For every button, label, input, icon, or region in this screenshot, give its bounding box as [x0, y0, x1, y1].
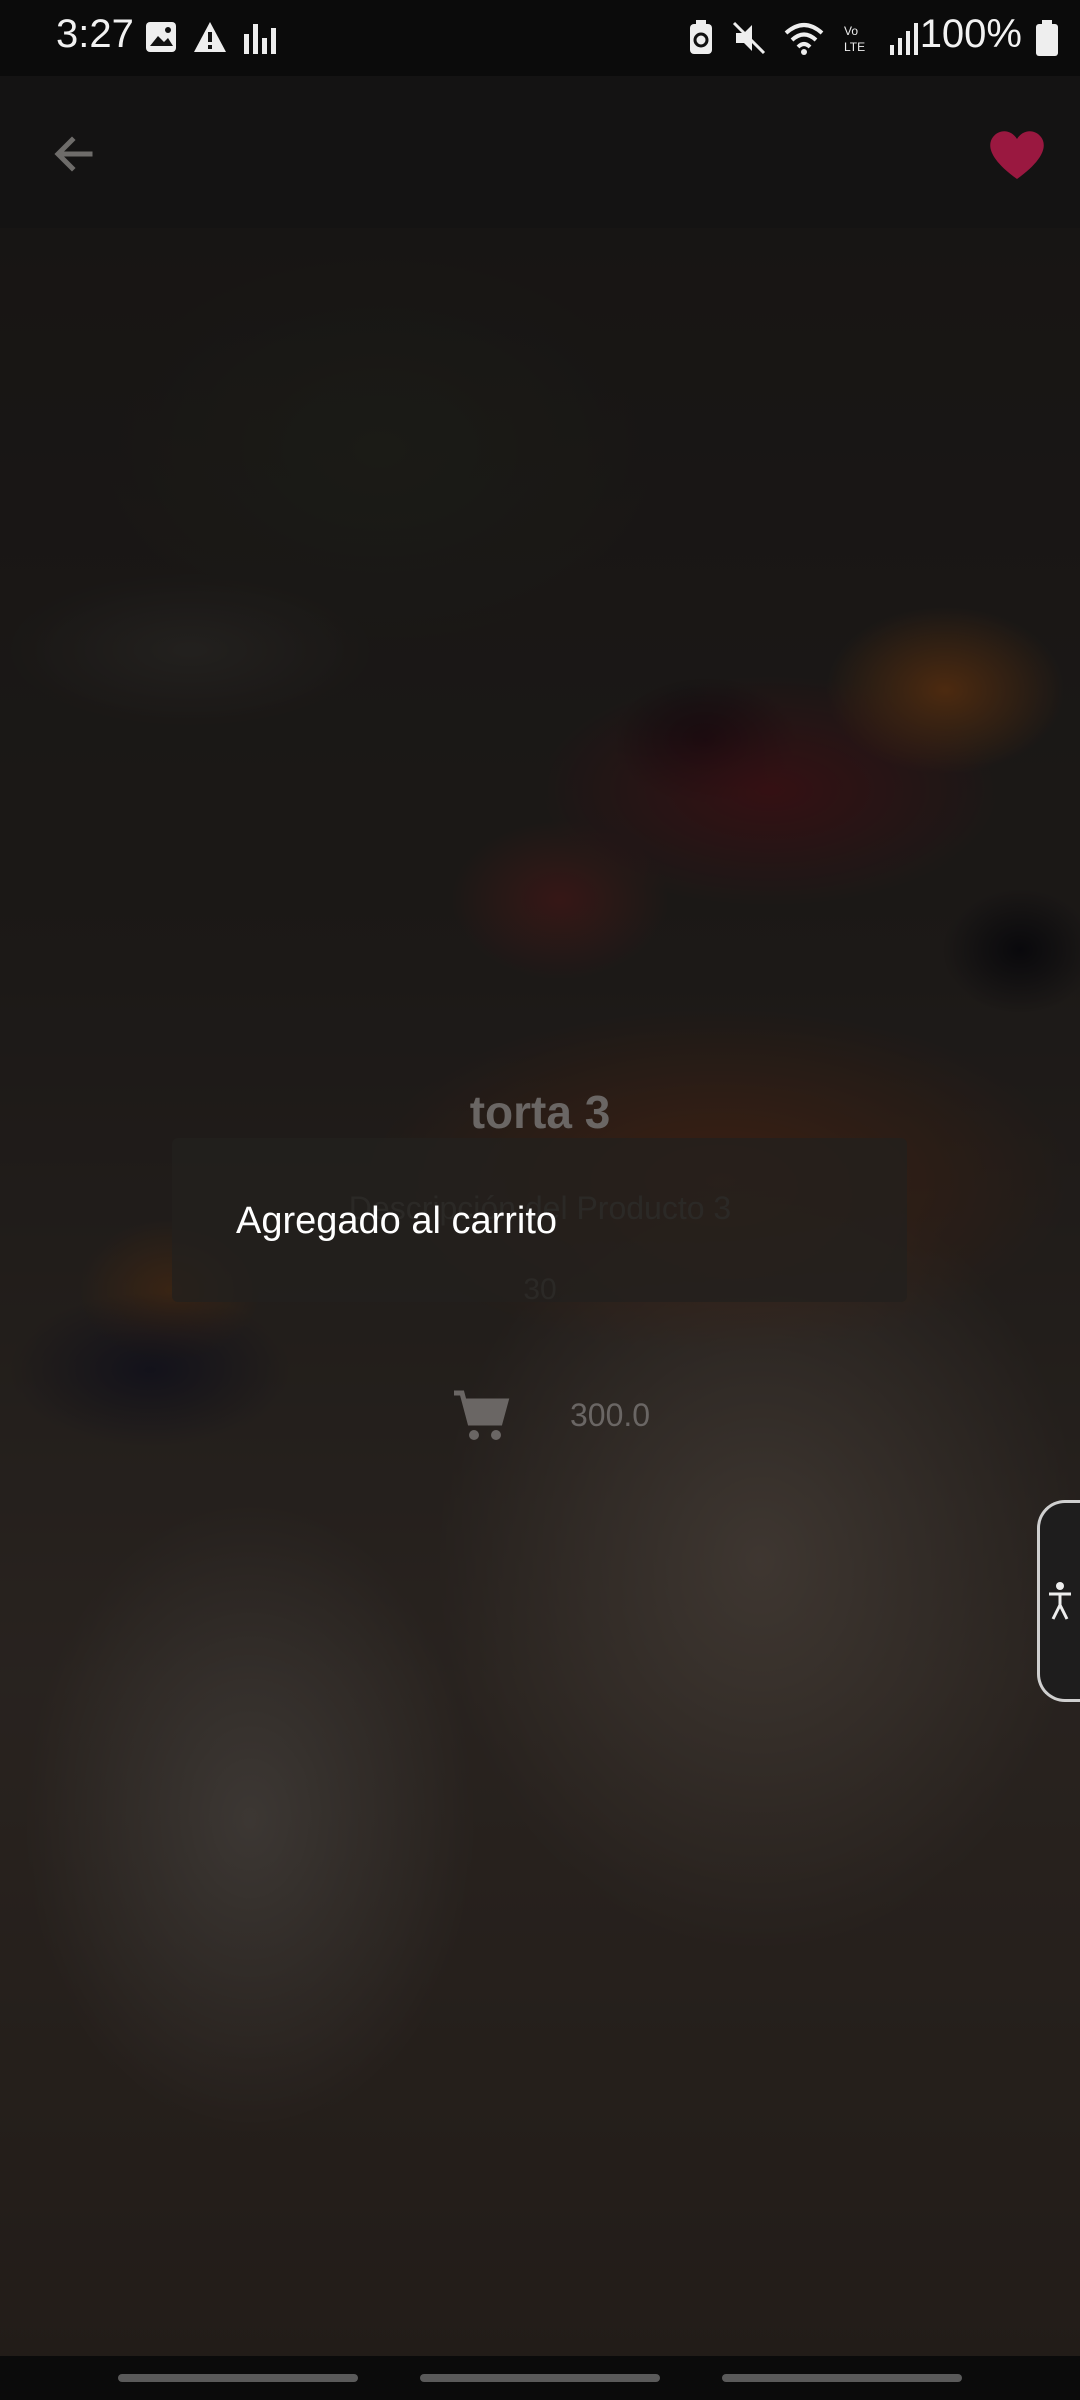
data-usage-icon: [244, 24, 276, 54]
signal-icon: [890, 23, 918, 55]
cart-icon[interactable]: [450, 1385, 512, 1445]
battery-percentage: 100%: [919, 12, 1022, 56]
toast-message: Agregado al carrito: [236, 1200, 558, 1242]
nav-gesture-center[interactable]: [420, 2374, 660, 2382]
accessibility-side-tab[interactable]: [1037, 1500, 1080, 1702]
toast-snackbar: Agregado al carrito: [172, 1138, 907, 1302]
volte-icon: Vo LTE: [844, 24, 865, 54]
mute-icon: [732, 21, 766, 55]
warning-icon: [194, 22, 226, 52]
product-title: torta 3: [469, 1086, 611, 1138]
nav-gesture-left[interactable]: [118, 2374, 358, 2382]
app-bar: [0, 76, 1080, 228]
gallery-icon: [146, 22, 176, 52]
battery-icon: [1036, 20, 1058, 56]
status-bar: 3:27 Vo LTE 100%: [0, 0, 1080, 76]
back-button[interactable]: [44, 124, 104, 184]
wifi-icon: [784, 23, 824, 55]
svg-text:Vo: Vo: [844, 24, 858, 38]
status-time: 3:27: [56, 12, 134, 56]
battery-saver-icon: [690, 20, 712, 54]
arrow-left-icon: [54, 136, 93, 172]
heart-icon: [990, 131, 1044, 179]
status-right-icons: Vo LTE: [688, 20, 920, 56]
add-to-cart-row[interactable]: 300.0: [450, 1385, 650, 1445]
favorite-button[interactable]: [984, 124, 1050, 184]
accessibility-icon: [1049, 1582, 1071, 1620]
nav-gesture-right[interactable]: [722, 2374, 962, 2382]
product-price: 300.0: [570, 1396, 651, 1433]
status-left-icons: [144, 20, 278, 56]
navigation-bar: [0, 2356, 1080, 2400]
svg-text:LTE: LTE: [844, 40, 865, 54]
